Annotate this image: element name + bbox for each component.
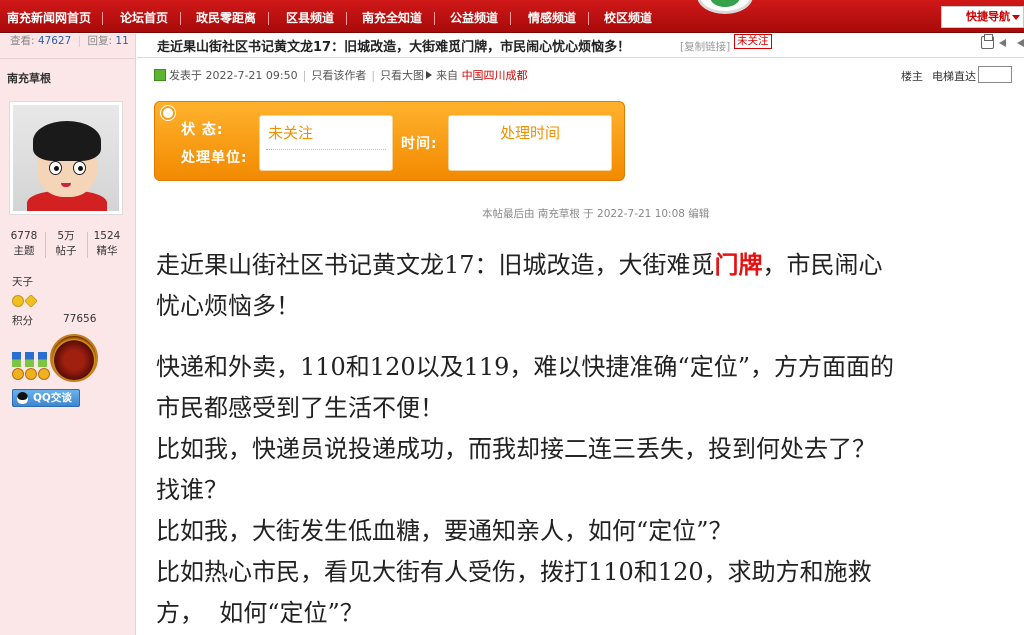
nav-divider	[346, 12, 347, 25]
user-rank: 天子	[12, 276, 33, 288]
post-title: 走近果山街社区书记黄文龙17：旧城改造，大街难觅门牌，市民闹心忧心烦恼多！	[157, 40, 631, 55]
stat-value: 1524	[93, 230, 121, 242]
article-headline: 走近果山街社区书记黄文龙17：旧城改造，大街难觅门牌，市民闹心 忧心烦恼多！	[156, 244, 1024, 327]
print-icon[interactable]	[981, 34, 994, 49]
headline-highlight: 门牌	[714, 250, 763, 279]
headline-line: 忧心烦恼多！	[156, 292, 300, 320]
quick-nav-label: 快捷导航	[966, 10, 1010, 23]
score-value: 77656	[63, 313, 97, 325]
stat-digest[interactable]: 1524 精华	[87, 229, 127, 259]
score-label: 积分	[12, 315, 33, 327]
post-time: 发表于 2022-7-21 09:50	[169, 69, 298, 82]
nav-divider	[180, 12, 181, 25]
paragraph-line: 比如热心市民，看见大街有人受伤，拨打110和120，求助方和施救	[156, 558, 872, 586]
play-icon	[426, 71, 433, 79]
paragraph-line: 方， 如何“定位”？	[156, 599, 364, 627]
stat-threads[interactable]: 6778 主题	[4, 229, 44, 259]
views-count: 47627	[37, 35, 72, 47]
qq-chat-label: QQ交谈	[33, 392, 72, 404]
paragraph-line: 比如我，大街发生低血糖，要通知亲人，如何“定位”？	[156, 517, 733, 545]
replies-count: 11	[115, 35, 129, 47]
online-status-icon	[154, 69, 166, 81]
thread-stats: 查看: 47627 | 回复: 11	[10, 35, 129, 47]
star-icon	[24, 294, 38, 308]
stat-value: 6778	[10, 230, 38, 242]
nav-county[interactable]: 区县频道	[286, 0, 334, 33]
nav-divider	[588, 12, 589, 25]
top-nav-bar: 南充新闻网首页 论坛首页 政民零距离 区县频道 南充全知道 公益频道 情感频道 …	[0, 0, 1024, 33]
back-arrow-icon[interactable]	[999, 36, 1012, 49]
nav-government[interactable]: 政民零距离	[196, 0, 256, 33]
chevron-down-icon	[1012, 15, 1020, 20]
nav-forum-home[interactable]: 论坛首页	[120, 0, 168, 33]
post-title-bar: 走近果山街社区书记黄文龙17：旧城改造，大街难觅门牌，市民闹心忧心烦恼多！ [复…	[137, 34, 1024, 58]
stat-label: 精华	[96, 245, 118, 257]
paragraph-line: 市民都感受到了生活不便！	[156, 394, 444, 422]
status-value-field: 未关注	[259, 115, 393, 171]
nav-divider	[434, 12, 435, 25]
medals[interactable]	[12, 352, 50, 384]
time-value-field: 处理时间	[448, 115, 612, 171]
status-panel: 状 态: 处理单位: 未关注 时间: 处理时间	[154, 101, 625, 181]
paragraph-line: 快递和外卖，110和120以及119，难以快捷准确“定位”，方方面面的	[156, 353, 894, 381]
from-label: 来自	[436, 69, 459, 82]
quick-nav-dropdown[interactable]: 快捷导航	[941, 6, 1024, 28]
only-large-images-link[interactable]: 只看大图	[380, 69, 424, 82]
author-name[interactable]: 南充草根	[7, 70, 51, 86]
site-logo-icon	[697, 0, 753, 14]
views-label: 查看:	[10, 35, 35, 47]
headline-text: ，市民闹心	[762, 251, 883, 279]
post-meta: 发表于 2022-7-21 09:50 | 只看该作者 | 只看大图 来自 中国四川成都	[154, 68, 528, 84]
rank-stars	[12, 292, 38, 311]
qq-chat-button[interactable]: QQ交谈	[12, 389, 80, 407]
prev-arrow-icon[interactable]	[1015, 36, 1024, 49]
paragraph-line: 比如我，快递员说投递成功，而我却接二连三丢失，投到何处去了？	[156, 435, 876, 463]
nav-charity[interactable]: 公益频道	[450, 0, 498, 33]
sun-icon	[12, 295, 24, 307]
elevator-label: 电梯直达	[932, 70, 976, 83]
time-label: 时间:	[401, 136, 438, 152]
avatar-image	[13, 105, 119, 211]
avatar[interactable]	[9, 101, 123, 215]
floor-label: 楼主	[901, 70, 923, 83]
status-label: 状 态:	[181, 122, 224, 138]
only-author-link[interactable]: 只看该作者	[311, 69, 366, 82]
nav-divider	[510, 12, 511, 25]
replies-label: 回复:	[87, 35, 113, 47]
nav-emotion[interactable]: 情感频道	[528, 0, 576, 33]
stat-label: 帖子	[55, 245, 77, 257]
stat-label: 主题	[13, 245, 35, 257]
nav-home[interactable]: 南充新闻网首页	[7, 0, 91, 33]
edit-note: 本帖最后由 南充草根 于 2022-7-21 10:08 编辑	[482, 208, 710, 220]
stat-posts[interactable]: 5万 帖子	[46, 229, 86, 259]
divider	[0, 58, 136, 59]
headline-text: 走近果山街社区书记黄文龙17：旧城改造，大街难觅	[156, 251, 715, 279]
post-location: 中国四川成都	[461, 69, 528, 82]
stat-value: 5万	[57, 230, 75, 242]
nav-divider	[268, 12, 269, 25]
nav-know-all[interactable]: 南充全知道	[362, 0, 422, 33]
nav-divider	[102, 12, 103, 25]
paragraph-line: 找谁？	[156, 476, 228, 504]
time-value: 处理时间	[499, 124, 560, 142]
copy-link[interactable]: [复制链接]	[680, 39, 730, 54]
elevator-input[interactable]	[978, 66, 1012, 83]
nav-campus[interactable]: 校区频道	[604, 0, 652, 33]
status-badge: 未关注	[734, 34, 772, 49]
gear-icon	[161, 106, 175, 120]
medal-badge-icon[interactable]	[50, 334, 98, 382]
post-body: 走近果山街社区书记黄文龙17：旧城改造，大街难觅门牌，市民闹心 忧心烦恼多！ 快…	[156, 244, 1024, 634]
unit-label: 处理单位:	[181, 150, 248, 166]
status-value: 未关注	[268, 124, 314, 142]
